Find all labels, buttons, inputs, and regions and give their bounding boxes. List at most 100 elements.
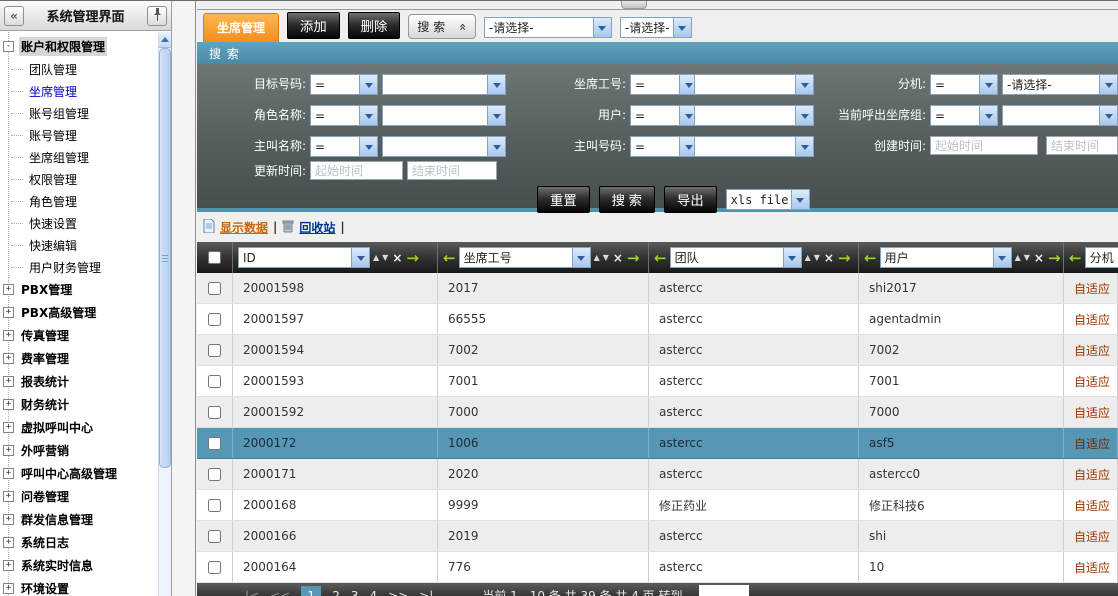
sidebar-item-root[interactable]: +传真管理 [0, 324, 158, 347]
scrollbar-thumb[interactable] [159, 48, 171, 468]
sidebar-item[interactable]: 账号组管理 [9, 102, 158, 124]
first-page-button[interactable]: |< [245, 589, 259, 596]
move-column-left-icon[interactable]: ← [443, 249, 456, 267]
create-time-start-input[interactable] [930, 136, 1038, 155]
sidebar-item-root[interactable]: +系统日志 [0, 531, 158, 554]
sidebar-item[interactable]: 账号管理 [9, 124, 158, 146]
row-checkbox[interactable] [208, 406, 221, 419]
toolbar-filter-select-1[interactable]: -请选择- [484, 17, 612, 38]
column-select[interactable]: 坐席工号 [459, 247, 591, 268]
sidebar-item-root[interactable]: +PBX管理 [0, 278, 158, 301]
row-checkbox[interactable] [208, 437, 221, 450]
sort-desc-icon[interactable]: ▼ [603, 253, 609, 262]
scroll-up-icon[interactable] [159, 32, 171, 48]
search-button[interactable]: 搜 索 [599, 186, 655, 213]
sort-asc-icon[interactable]: ▲ [1015, 253, 1021, 262]
page-button[interactable]: 3 [351, 589, 359, 596]
table-row[interactable]: 20001721006asterccasf5自适应 [197, 428, 1118, 459]
sidebar-item-root[interactable]: +费率管理 [0, 347, 158, 370]
sidebar-item-root[interactable]: +群发信息管理 [0, 508, 158, 531]
sidebar-item-root[interactable]: +问卷管理 [0, 485, 158, 508]
sort-asc-icon[interactable]: ▲ [805, 253, 811, 262]
sidebar-item[interactable]: 用户财务管理 [9, 256, 158, 278]
remove-column-icon[interactable]: × [613, 251, 623, 265]
sidebar-item-root[interactable]: +环境设置 [0, 577, 158, 596]
expand-node-icon[interactable]: + [3, 284, 14, 295]
reset-button[interactable]: 重置 [537, 186, 590, 213]
next-page-button[interactable]: >> [388, 589, 408, 596]
sidebar-item-root[interactable]: +报表统计 [0, 370, 158, 393]
panel-splitter[interactable] [172, 1, 196, 596]
sidebar-pin-button[interactable] [147, 6, 167, 26]
table-row[interactable]: 20001662019asterccshi自适应 [197, 521, 1118, 552]
sidebar-scrollbar[interactable] [158, 32, 171, 596]
recycle-bin-link[interactable]: 回收站 [299, 219, 335, 236]
add-button[interactable]: 添加 [287, 12, 340, 39]
sidebar-item[interactable]: 角色管理 [9, 190, 158, 212]
expand-node-icon[interactable]: + [3, 514, 14, 525]
expand-node-icon[interactable]: + [3, 422, 14, 433]
sidebar-item[interactable]: 坐席管理 [9, 80, 158, 102]
goto-page-input[interactable] [699, 585, 749, 596]
expand-node-icon[interactable]: + [3, 468, 14, 479]
sidebar-item-root[interactable]: +PBX高级管理 [0, 301, 158, 324]
column-select[interactable]: ID [238, 247, 370, 268]
agent-no-operator-select[interactable]: = [630, 74, 698, 95]
export-button[interactable]: 导出 [664, 186, 717, 213]
expand-node-icon[interactable]: + [3, 560, 14, 571]
remove-column-icon[interactable]: × [1034, 251, 1044, 265]
row-checkbox[interactable] [208, 313, 221, 326]
row-checkbox[interactable] [208, 499, 221, 512]
expand-node-icon[interactable]: + [3, 307, 14, 318]
table-row[interactable]: 20001712020asterccastercc0自适应 [197, 459, 1118, 490]
sort-desc-icon[interactable]: ▼ [382, 253, 388, 262]
table-row[interactable]: 20001689999修正药业修正科技6自适应 [197, 490, 1118, 521]
expand-node-icon[interactable]: + [3, 445, 14, 456]
sidebar-item[interactable]: 坐席组管理 [9, 146, 158, 168]
move-column-left-icon[interactable]: ← [654, 249, 667, 267]
sidebar-item[interactable]: 快速设置 [9, 212, 158, 234]
sidebar-item-root[interactable]: +外呼营销 [0, 439, 158, 462]
row-checkbox[interactable] [208, 344, 221, 357]
expand-node-icon[interactable]: + [3, 330, 14, 341]
export-format-select[interactable]: xls file [726, 189, 810, 210]
caller-number-operator-select[interactable]: = [630, 136, 698, 157]
row-checkbox[interactable] [208, 530, 221, 543]
sidebar-item-root[interactable]: -账户和权限管理 [0, 35, 158, 58]
column-select[interactable]: 分机 [1085, 247, 1118, 268]
remove-column-icon[interactable]: × [824, 251, 834, 265]
row-checkbox[interactable] [208, 468, 221, 481]
create-time-end-input[interactable] [1046, 136, 1118, 155]
move-column-right-icon[interactable]: → [627, 249, 640, 267]
expand-node-icon[interactable]: + [3, 399, 14, 410]
table-row[interactable]: 2000159766555asterccagentadmin自适应 [197, 304, 1118, 335]
sort-desc-icon[interactable]: ▼ [1024, 253, 1030, 262]
caller-name-value-select[interactable] [382, 136, 506, 157]
search-toggle-button[interactable]: 搜 索 « [408, 14, 476, 39]
user-operator-select[interactable]: = [630, 105, 698, 126]
sidebar-collapse-button[interactable]: « [4, 6, 24, 26]
expand-node-icon[interactable]: + [3, 537, 14, 548]
sidebar-item-root[interactable]: +系统实时信息 [0, 554, 158, 577]
expand-node-icon[interactable]: + [3, 353, 14, 364]
move-column-right-icon[interactable]: → [838, 249, 851, 267]
column-select[interactable]: 用户 [880, 247, 1012, 268]
column-select[interactable]: 团队 [670, 247, 802, 268]
prev-page-button[interactable]: << [270, 589, 290, 596]
sidebar-item[interactable]: 团队管理 [9, 58, 158, 80]
table-row[interactable]: 200015947002astercc7002自适应 [197, 335, 1118, 366]
caller-name-operator-select[interactable]: = [310, 136, 378, 157]
page-button[interactable]: 2 [332, 589, 340, 596]
table-row[interactable]: 200015982017asterccshi2017自适应 [197, 273, 1118, 304]
table-row[interactable]: 2000164776astercc10自适应 [197, 552, 1118, 583]
move-column-left-icon[interactable]: ← [1069, 249, 1082, 267]
sidebar-item-root[interactable]: +财务统计 [0, 393, 158, 416]
collapse-node-icon[interactable]: - [3, 41, 14, 52]
sidebar-item-root[interactable]: +呼叫中心高级管理 [0, 462, 158, 485]
outbound-group-value-select[interactable] [1002, 105, 1118, 126]
outbound-group-operator-select[interactable]: = [930, 105, 998, 126]
move-column-right-icon[interactable]: → [1048, 249, 1061, 267]
tab-seat-management[interactable]: 坐席管理 [203, 13, 279, 42]
row-checkbox[interactable] [208, 282, 221, 295]
sort-asc-icon[interactable]: ▲ [594, 253, 600, 262]
